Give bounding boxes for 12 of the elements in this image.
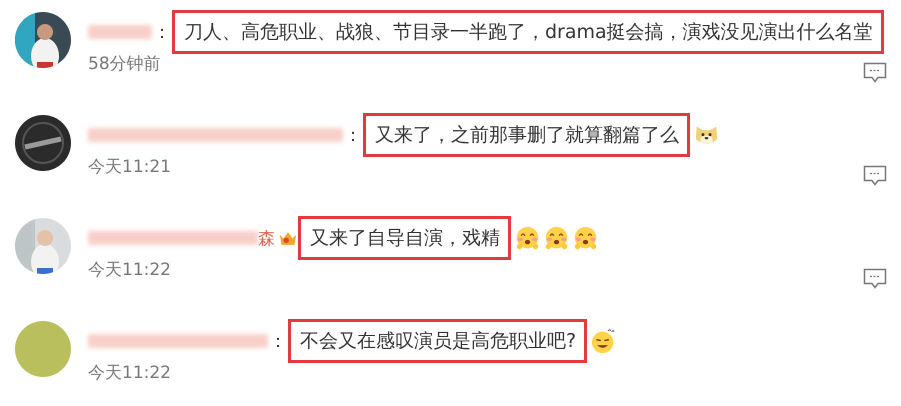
comment-time: 今天11:21 — [88, 156, 171, 178]
comment-time: 今天11:22 — [88, 259, 171, 281]
colon: ： — [344, 124, 362, 147]
comment-time: 58分钟前 — [88, 53, 161, 75]
comment-text: 刀人、高危职业、战狼、节目录一半跑了，drama挺会搞，演戏没见演出什么名堂 — [172, 10, 884, 54]
colon: ： — [269, 330, 287, 353]
comment-time: 今天11:22 — [88, 362, 171, 384]
comment-text: 不会又在感叹演员是高危职业吧? — [288, 319, 588, 363]
comment-text: 又来了，之前那事删了就算翻篇了么 — [363, 113, 690, 157]
colon: ： — [153, 21, 171, 44]
user-name[interactable]: 森 — [258, 226, 275, 250]
comment-text: 又来了自导自演，戏精 — [298, 216, 511, 260]
